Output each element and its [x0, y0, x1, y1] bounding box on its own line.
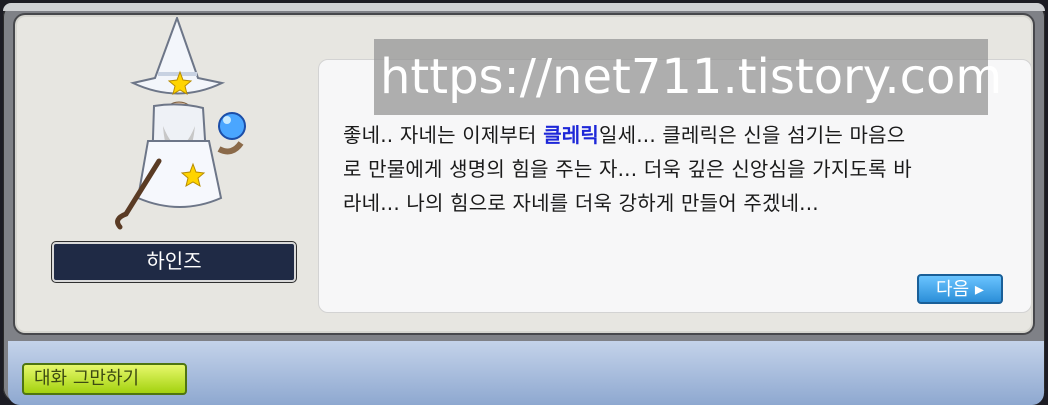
dialog-line-3: 라네... 나의 힘으로 자네를 더욱 강하게 만들어 주겠네...: [343, 191, 819, 215]
wizard-icon: [115, 16, 246, 230]
watermark-url: https://net711.tistory.com: [374, 39, 1002, 115]
next-button[interactable]: 다음 ▸: [917, 274, 1003, 304]
dialog-text: 좋네.. 자네는 이제부터 클레릭일세... 클레릭은 신을 섬기는 마음으 로…: [343, 118, 1003, 220]
bottom-bar: 대화 그만하기: [8, 341, 1044, 405]
dialog-line-1-prefix: 좋네.. 자네는 이제부터: [343, 123, 544, 147]
orb-icon: [218, 112, 246, 140]
dialog-line-2: 로 만물에게 생명의 힘을 주는 자... 더욱 깊은 신앙심을 가지도록 바: [343, 157, 912, 181]
end-chat-button[interactable]: 대화 그만하기: [22, 363, 187, 395]
npc-name-plate: 하인즈: [52, 242, 296, 282]
job-name-highlight: 클레릭: [543, 123, 599, 147]
window-top-edge: [3, 3, 1045, 11]
dialog-line-1-suffix: 일세... 클레릭은 신을 섬기는 마음으: [599, 123, 906, 147]
dialog-panel: 하인즈 좋네.. 자네는 이제부터 클레릭일세... 클레릭은 신을 섬기는 마…: [13, 13, 1035, 335]
npc-dialog-window: 하인즈 좋네.. 자네는 이제부터 클레릭일세... 클레릭은 신을 섬기는 마…: [3, 3, 1045, 405]
